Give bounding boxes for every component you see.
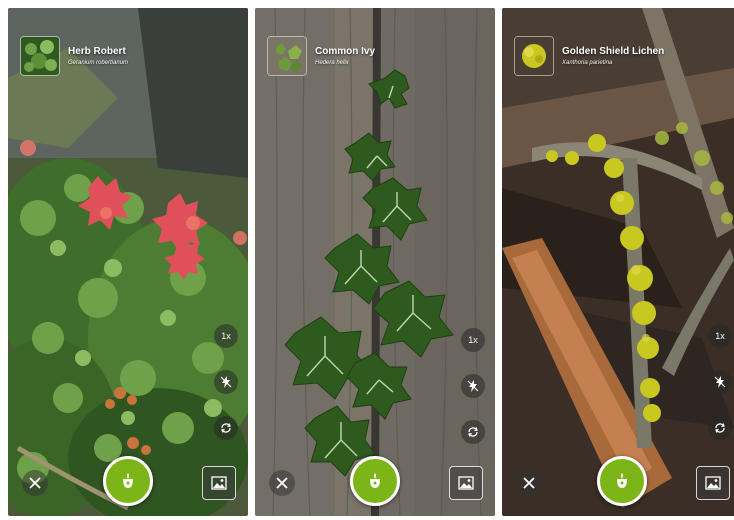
- camera-screen-herb-robert: Herb Robert Geranium robertianum 1x: [8, 8, 248, 516]
- flash-off-icon: [714, 376, 726, 388]
- zoom-toggle-button[interactable]: 1x: [461, 328, 485, 352]
- plant-scan-icon: [617, 473, 627, 488]
- zoom-toggle-button[interactable]: 1x: [708, 324, 732, 348]
- rotate-camera-button[interactable]: [214, 416, 238, 440]
- herb-robert-thumbnail-icon: [21, 37, 59, 75]
- flash-off-icon: [467, 380, 479, 392]
- close-icon: [29, 477, 41, 489]
- rotate-camera-icon: [221, 423, 231, 433]
- species-thumbnail[interactable]: [267, 36, 307, 76]
- camera-side-controls: 1x: [214, 324, 238, 440]
- flash-toggle-button[interactable]: [461, 374, 485, 398]
- gallery-button[interactable]: [696, 466, 730, 500]
- flash-off-icon: [220, 376, 232, 388]
- species-common-name: Golden Shield Lichen: [562, 46, 665, 57]
- camera-screen-common-ivy: Common Ivy Hedera helix 1x: [255, 8, 495, 516]
- close-icon: [523, 477, 535, 489]
- close-button[interactable]: [516, 470, 542, 496]
- species-thumbnail[interactable]: [20, 36, 60, 76]
- species-thumbnail[interactable]: [514, 36, 554, 76]
- plant-scan-icon: [370, 473, 380, 488]
- zoom-label: 1x: [715, 331, 725, 341]
- rotate-camera-icon: [468, 427, 478, 437]
- species-scientific-name: Hedera helix: [315, 60, 349, 66]
- camera-side-controls: 1x: [461, 328, 485, 444]
- rotate-camera-icon: [715, 423, 725, 433]
- species-header[interactable]: Common Ivy Hedera helix: [267, 36, 375, 76]
- lichen-thumbnail-icon: [515, 37, 553, 75]
- close-button[interactable]: [22, 470, 48, 496]
- rotate-camera-button[interactable]: [708, 416, 732, 440]
- close-button[interactable]: [269, 470, 295, 496]
- gallery-icon: [211, 476, 227, 490]
- zoom-label: 1x: [468, 335, 478, 345]
- camera-screen-golden-shield-lichen: Golden Shield Lichen Xanthoria parietina…: [502, 8, 734, 516]
- gallery-icon: [705, 476, 721, 490]
- zoom-toggle-button[interactable]: 1x: [214, 324, 238, 348]
- species-scientific-name: Geranium robertianum: [68, 60, 129, 66]
- species-scientific-name: Xanthoria parietina: [562, 60, 613, 66]
- gallery-button[interactable]: [202, 466, 236, 500]
- gallery-icon: [458, 476, 474, 490]
- flash-toggle-button[interactable]: [708, 370, 732, 394]
- species-common-name: Common Ivy: [315, 46, 376, 57]
- plant-scan-icon: [123, 473, 133, 488]
- camera-viewfinder-lichen: [502, 8, 734, 516]
- camera-viewfinder-common-ivy: [255, 8, 495, 516]
- camera-viewfinder-herb-robert: [8, 8, 248, 516]
- capture-button[interactable]: [350, 456, 400, 506]
- capture-button[interactable]: [103, 456, 153, 506]
- species-common-name: Herb Robert: [68, 46, 126, 57]
- close-icon: [276, 477, 288, 489]
- flash-toggle-button[interactable]: [214, 370, 238, 394]
- ivy-plant-thumbnail-icon: [268, 37, 306, 75]
- gallery-button[interactable]: [449, 466, 483, 500]
- zoom-label: 1x: [221, 331, 231, 341]
- species-header[interactable]: Herb Robert Geranium robertianum: [20, 36, 128, 76]
- capture-button[interactable]: [597, 456, 647, 506]
- camera-side-controls: 1x: [708, 324, 732, 440]
- rotate-camera-button[interactable]: [461, 420, 485, 444]
- species-header[interactable]: Golden Shield Lichen Xanthoria parietina: [514, 36, 664, 76]
